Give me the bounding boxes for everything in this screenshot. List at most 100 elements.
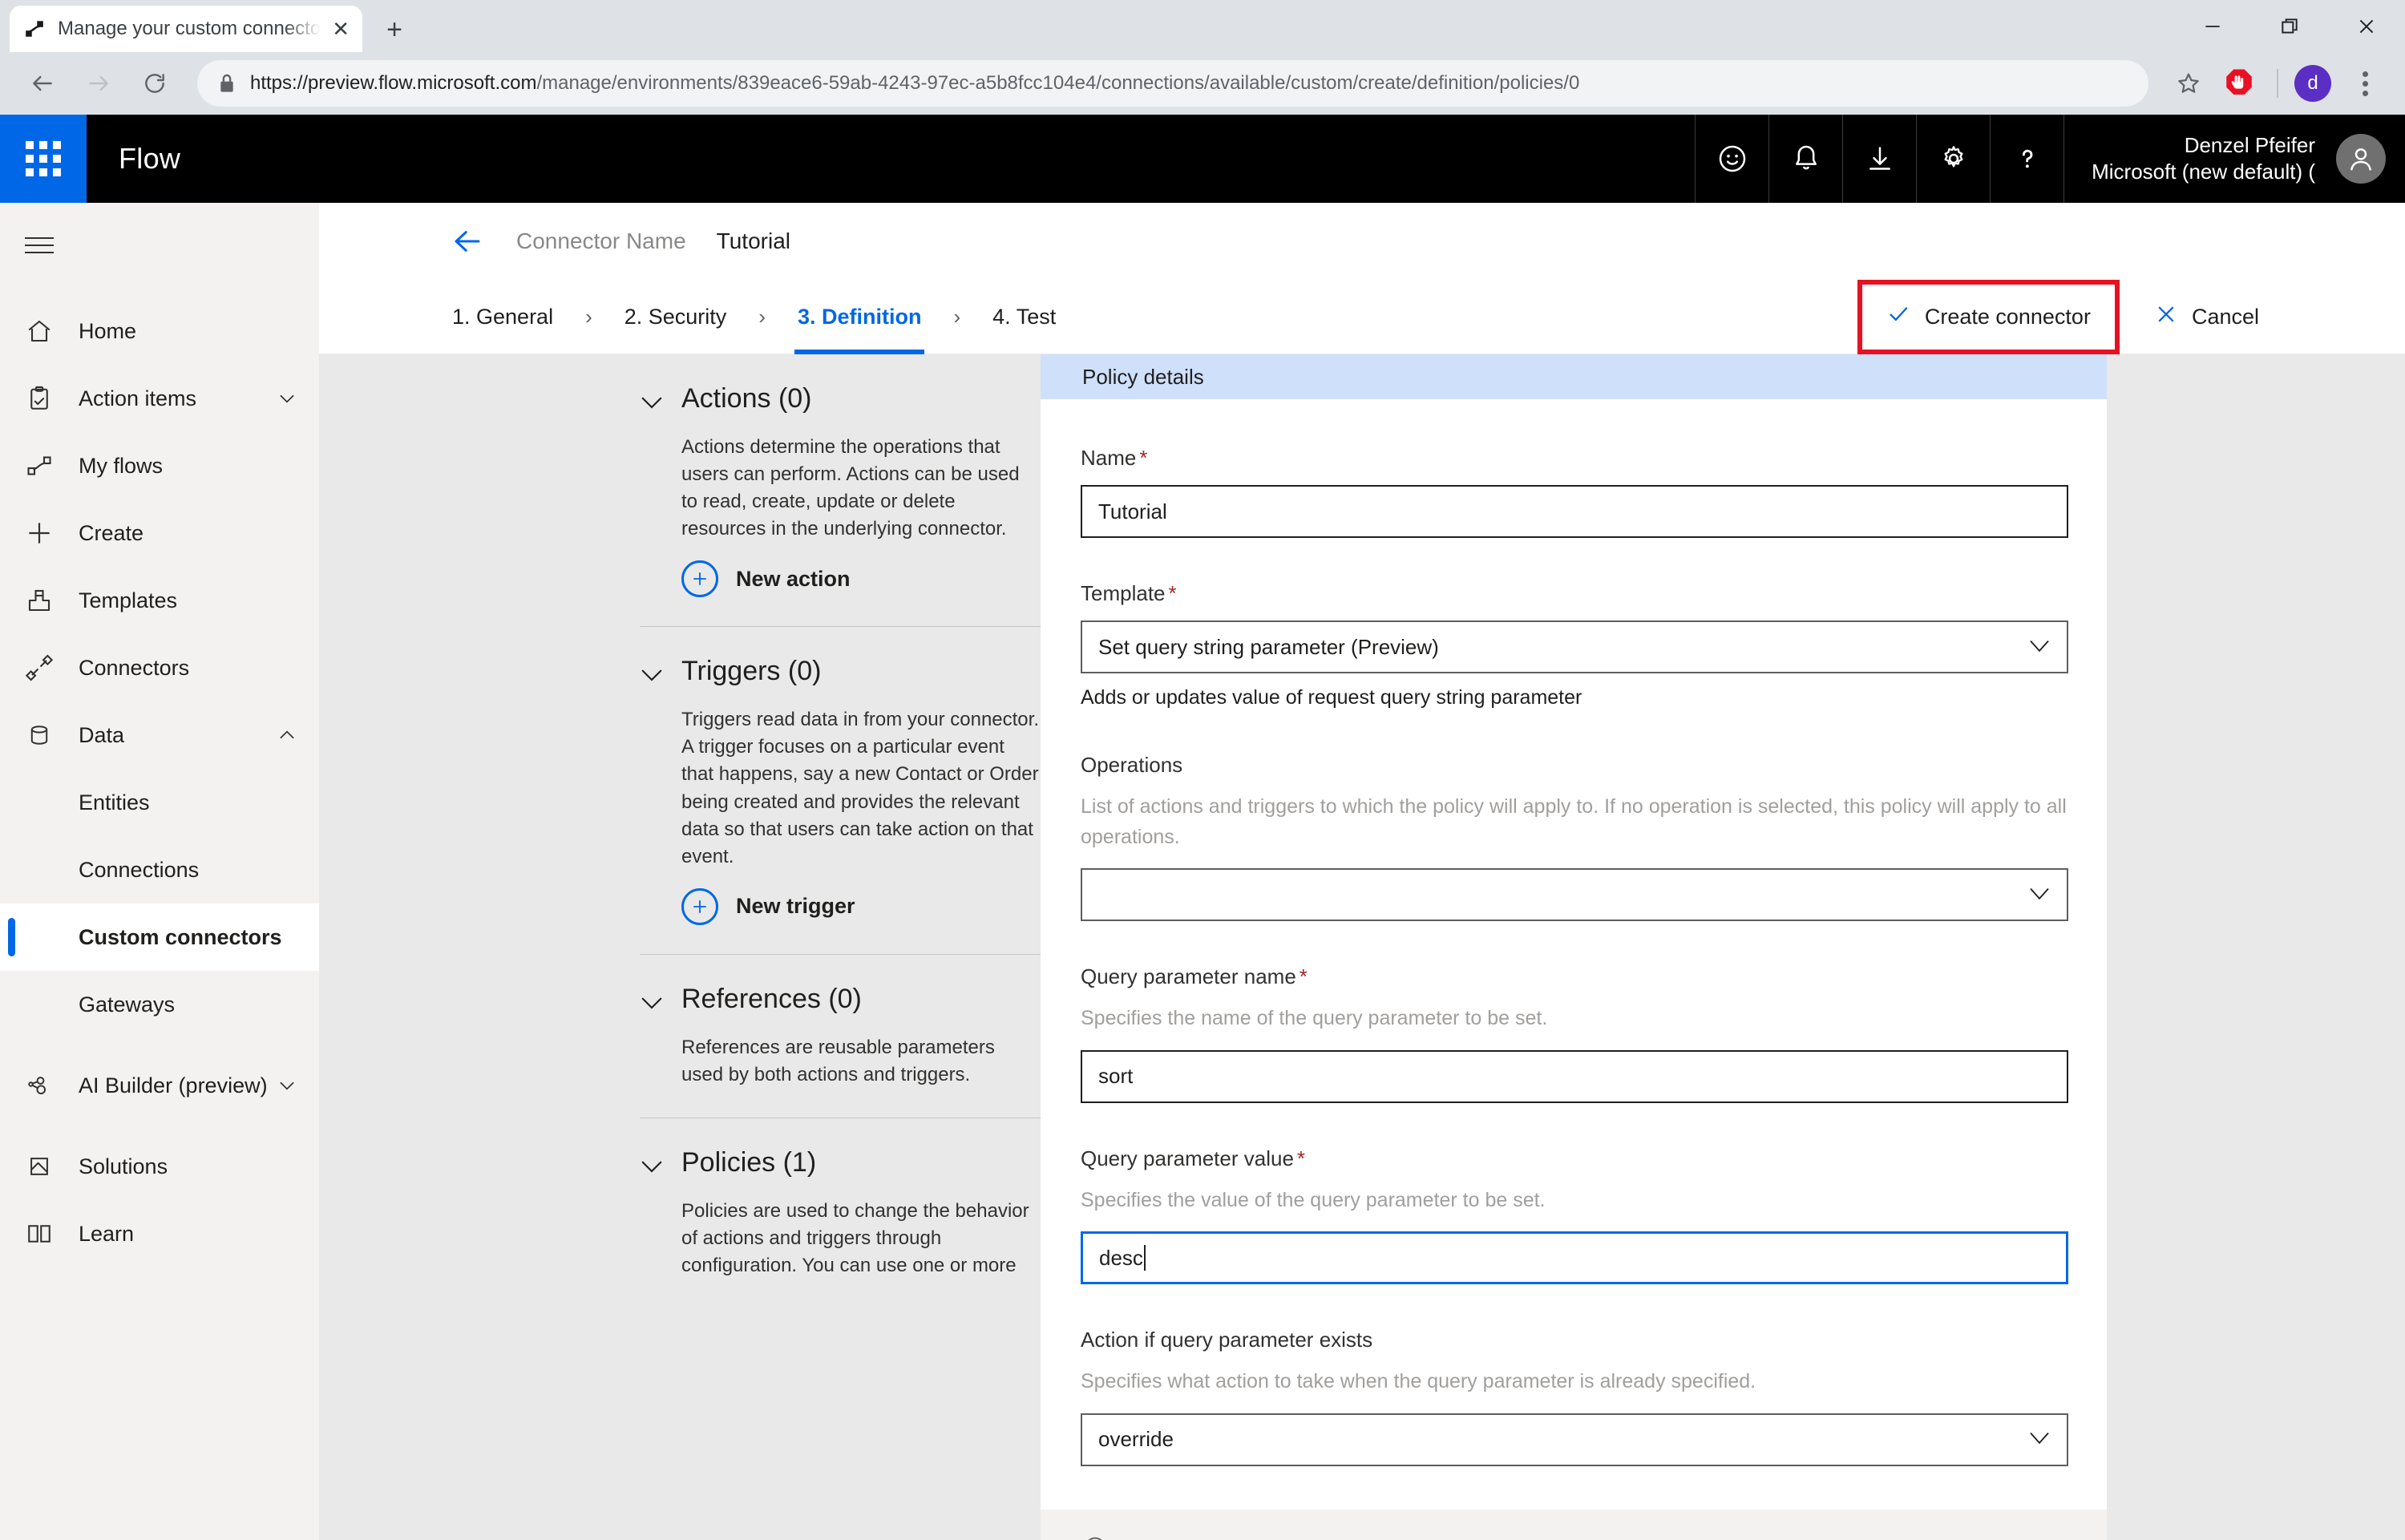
close-window-icon[interactable]: [2328, 0, 2405, 52]
section-description: References are reusable parameters used …: [681, 1036, 995, 1085]
query-param-value-input[interactable]: desc: [1081, 1231, 2068, 1284]
back-arrow-icon[interactable]: [449, 223, 486, 260]
minimize-icon[interactable]: [2174, 0, 2251, 52]
hamburger-menu-icon[interactable]: [0, 214, 79, 277]
sidebar-item-label: Create: [79, 520, 144, 545]
query-param-value-label-text: Query parameter value: [1081, 1146, 1294, 1170]
chevron-down-icon[interactable]: [640, 984, 664, 1017]
close-tab-icon[interactable]: ✕: [332, 18, 350, 39]
browser-tab[interactable]: Manage your custom connectors ✕: [10, 6, 362, 52]
reload-button[interactable]: [130, 59, 180, 108]
required-asterisk: *: [1296, 1146, 1306, 1170]
query-param-name-label: Query parameter name *: [1081, 964, 2067, 989]
create-connector-highlight: Create connector: [1857, 279, 2120, 354]
connector-plug-icon: [0, 653, 79, 682]
chevron-down-icon[interactable]: [640, 656, 664, 689]
bell-icon[interactable]: [1768, 115, 1842, 203]
sidebar-item-label: Data: [79, 722, 125, 747]
user-info[interactable]: Denzel Pfeifer Microsoft (new default) (: [2063, 115, 2336, 203]
query-param-name-hint: Specifies the name of the query paramete…: [1081, 1007, 1548, 1029]
action-if-exists-select[interactable]: override: [1081, 1413, 2068, 1466]
name-input[interactable]: Tutorial: [1081, 485, 2068, 538]
address-bar[interactable]: https://preview.flow.microsoft.com/manag…: [197, 60, 2148, 107]
sidebar-item-home[interactable]: Home: [0, 297, 319, 365]
template-select[interactable]: Set query string parameter (Preview): [1081, 620, 2068, 673]
sidebar-item-my-flows[interactable]: My flows: [0, 432, 319, 499]
back-button[interactable]: [18, 59, 67, 108]
sidebar-item-gateways[interactable]: Gateways: [0, 971, 319, 1038]
browser-chrome: Manage your custom connectors ✕ + https:…: [0, 0, 2405, 115]
sidebar-item-connectors[interactable]: Connectors: [0, 634, 319, 701]
help-icon[interactable]: [1990, 115, 2063, 203]
user-name: Denzel Pfeifer: [2184, 132, 2315, 157]
adblock-extension-icon[interactable]: [2217, 62, 2261, 105]
plus-circle-icon: [681, 887, 718, 925]
forward-button[interactable]: [74, 59, 123, 108]
maximize-icon[interactable]: [2251, 0, 2328, 52]
sidebar-item-solutions[interactable]: Solutions: [0, 1133, 319, 1200]
bookmark-star-icon[interactable]: [2166, 61, 2211, 106]
app-body: Home Action items My flows Create Templa…: [0, 203, 2405, 1540]
sidebar-item-templates[interactable]: Templates: [0, 567, 319, 634]
app-brand-title[interactable]: Flow: [119, 142, 180, 176]
download-icon[interactable]: [1842, 115, 1916, 203]
solutions-icon: [0, 1153, 79, 1180]
template-selected-value: Set query string parameter (Preview): [1098, 634, 1439, 659]
profile-avatar[interactable]: d: [2294, 65, 2331, 102]
wizard-step-test[interactable]: 4. Test: [989, 280, 1059, 354]
url-text: https://preview.flow.microsoft.com/manag…: [250, 72, 1579, 95]
new-trigger-button[interactable]: New trigger: [640, 887, 1041, 925]
section-references-header[interactable]: References (0): [640, 984, 1041, 1017]
chevron-down-icon[interactable]: [269, 1075, 305, 1096]
section-actions-header[interactable]: Actions (0): [640, 383, 1041, 416]
new-tab-button[interactable]: +: [372, 7, 417, 52]
wizard-actions: Create connector Cancel: [1857, 279, 2277, 354]
chevron-up-icon[interactable]: [269, 725, 305, 746]
sidebar-item-label: Templates: [79, 588, 178, 612]
sidebar-item-ai-builder[interactable]: AI Builder (preview): [0, 1038, 319, 1133]
sidebar-item-label: Action items: [79, 386, 197, 410]
sidebar-item-entities[interactable]: Entities: [0, 769, 319, 836]
field-action-if-exists: Action if query parameter exists Specifi…: [1081, 1328, 2068, 1466]
query-param-name-input[interactable]: sort: [1081, 1049, 2068, 1103]
wizard-step-security[interactable]: 2. Security: [621, 280, 730, 354]
sidebar-item-label: Gateways: [79, 992, 176, 1017]
panel-title: Policy details: [1041, 354, 2107, 399]
gear-icon[interactable]: [1916, 115, 1990, 203]
section-policies-header[interactable]: Policies (1): [640, 1147, 1041, 1180]
chevron-down-icon[interactable]: [640, 1147, 664, 1180]
sidebar-item-create[interactable]: Create: [0, 499, 319, 567]
definition-content: Actions (0) Actions determine the operat…: [319, 354, 2405, 1540]
breadcrumb: Connector Name Tutorial: [319, 203, 2405, 280]
app-launcher-waffle-icon[interactable]: [0, 115, 87, 203]
smiley-icon[interactable]: [1695, 115, 1768, 203]
text-caret: [1143, 1245, 1146, 1271]
breadcrumb-current: Tutorial: [716, 228, 790, 253]
chevron-down-icon[interactable]: [269, 388, 305, 409]
sidebar-item-learn[interactable]: Learn: [0, 1200, 319, 1267]
create-connector-button[interactable]: Create connector: [1869, 288, 2108, 346]
new-action-button[interactable]: New action: [640, 560, 1041, 598]
sidebar-item-data[interactable]: Data: [0, 701, 319, 769]
sidebar-item-action-items[interactable]: Action items: [0, 365, 319, 432]
sidebar-item-connections[interactable]: Connections: [0, 836, 319, 903]
lock-icon: [218, 73, 236, 94]
breadcrumb-connector-name[interactable]: Connector Name: [516, 228, 686, 254]
query-param-value-label: Query parameter value *: [1081, 1146, 2067, 1171]
operations-select[interactable]: [1081, 868, 2068, 921]
sidebar-item-label: AI Builder (preview): [79, 1073, 268, 1097]
panel-footer: Start by adding an action or trigger on …: [1041, 1509, 2107, 1540]
sidebar-item-label: Connections: [79, 857, 200, 882]
wizard-step-general[interactable]: 1. General: [449, 280, 556, 354]
clipboard-check-icon: [0, 384, 79, 413]
cancel-button[interactable]: Cancel: [2137, 289, 2277, 346]
chevron-down-icon[interactable]: [640, 383, 664, 416]
left-gutter: [319, 354, 640, 1540]
section-triggers-header[interactable]: Triggers (0): [640, 656, 1041, 689]
wizard-step-definition[interactable]: 3. Definition: [794, 280, 925, 354]
sidebar-item-custom-connectors[interactable]: Custom connectors: [0, 903, 319, 971]
field-query-parameter-value: Query parameter value * Specifies the val…: [1081, 1146, 2068, 1284]
avatar[interactable]: [2336, 134, 2386, 184]
browser-menu-icon[interactable]: [2342, 61, 2387, 106]
app-header: Flow Denzel Pfeifer Microsoft (new defau…: [0, 115, 2405, 203]
